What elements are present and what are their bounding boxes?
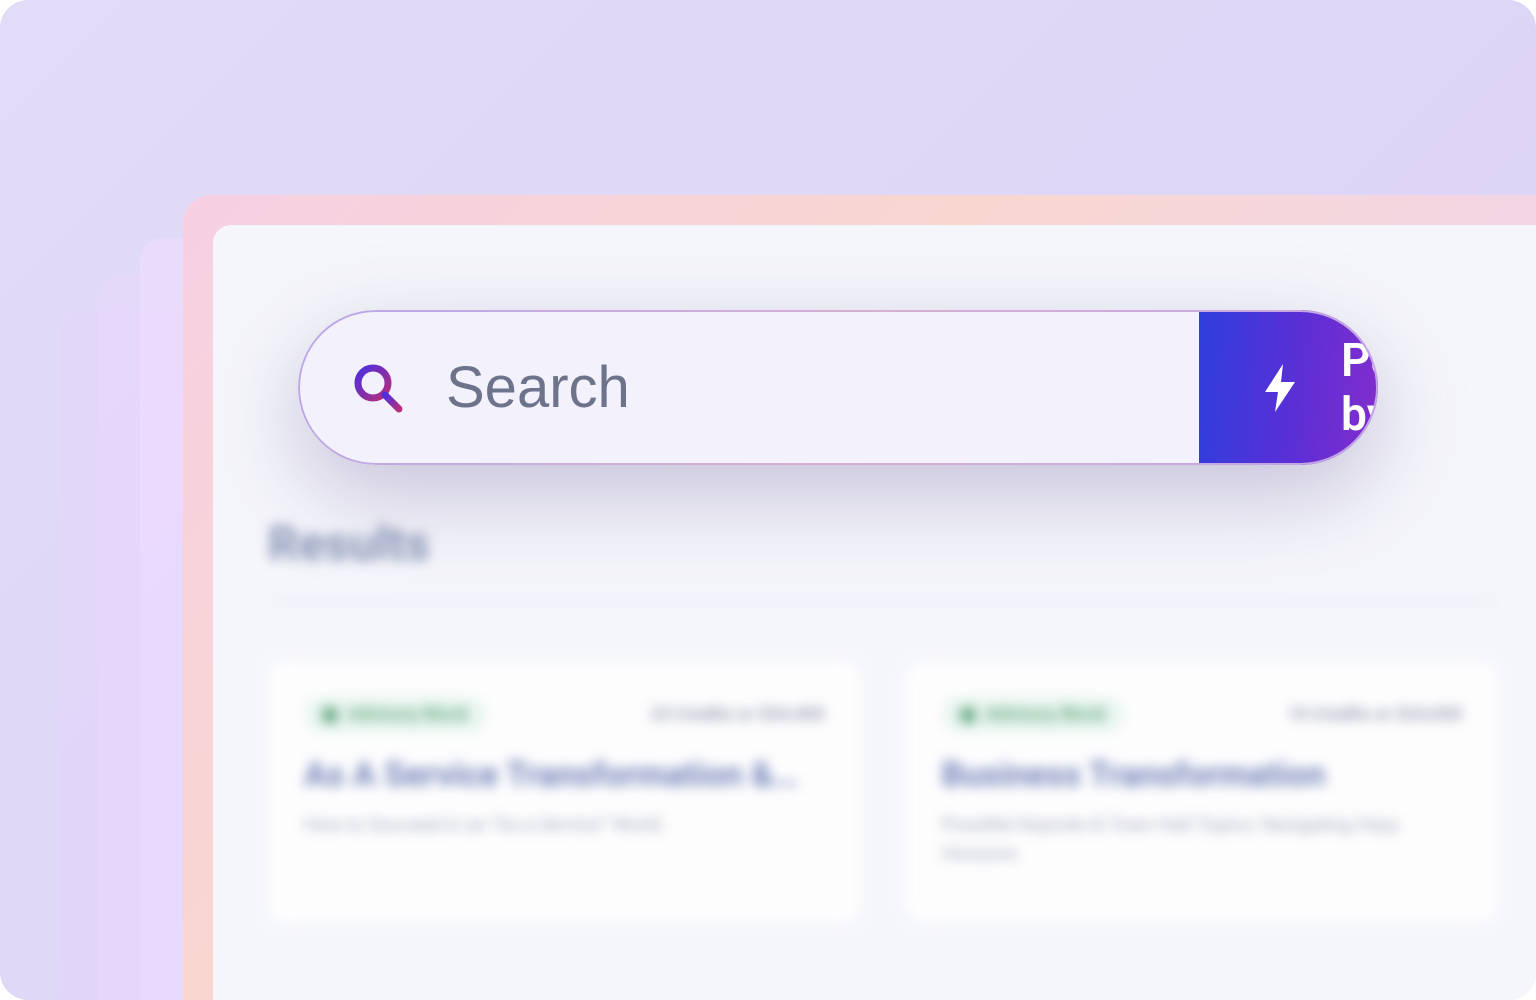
card-title: Business Transformation — [942, 755, 1463, 796]
bolt-icon — [1259, 363, 1301, 413]
ai-search-button[interactable]: Powered by AI — [1199, 310, 1378, 465]
category-tag: Advisory Block — [942, 696, 1125, 733]
search-input-region[interactable] — [298, 310, 1199, 465]
category-tag: Advisory Block — [304, 696, 487, 733]
main-window-surface: Powered by AI Results Advisory Block 23 — [213, 225, 1536, 1000]
ai-search-label: Powered by AI — [1341, 334, 1378, 442]
search-input[interactable] — [446, 354, 1199, 421]
card-title: As A Service Transformation &… — [304, 755, 825, 796]
results-cards-row: Advisory Block 23 Credits or $54,400 As … — [268, 662, 1498, 922]
tag-dot-icon — [322, 707, 338, 723]
result-card[interactable]: Advisory Block 23 Credits or $54,400 As … — [268, 662, 861, 922]
search-bar: Powered by AI — [298, 310, 1378, 465]
price-label: 23 Credits or $54,400 — [650, 704, 824, 725]
card-meta-row: Advisory Block 10 Credits or $24,050 — [942, 696, 1463, 733]
category-tag-label: Advisory Block — [348, 704, 469, 725]
price-label: 10 Credits or $24,050 — [1288, 704, 1462, 725]
results-divider — [268, 600, 1498, 602]
card-meta-row: Advisory Block 23 Credits or $54,400 — [304, 696, 825, 733]
main-window-frame: Powered by AI Results Advisory Block 23 — [183, 195, 1536, 1000]
results-heading: Results — [268, 515, 1498, 572]
result-card[interactable]: Advisory Block 10 Credits or $24,050 Bus… — [906, 662, 1499, 922]
search-icon — [350, 360, 406, 416]
card-description: How to Succeed in an “As a Service” Worl… — [304, 810, 825, 839]
app-canvas: Powered by AI Results Advisory Block 23 — [0, 0, 1536, 1000]
results-section: Results Advisory Block 23 Credits or $54… — [268, 515, 1498, 922]
tag-dot-icon — [960, 707, 976, 723]
category-tag-label: Advisory Block — [986, 704, 1107, 725]
card-description: Possible Keynote & Town Hall Topics: Nav… — [942, 810, 1463, 869]
